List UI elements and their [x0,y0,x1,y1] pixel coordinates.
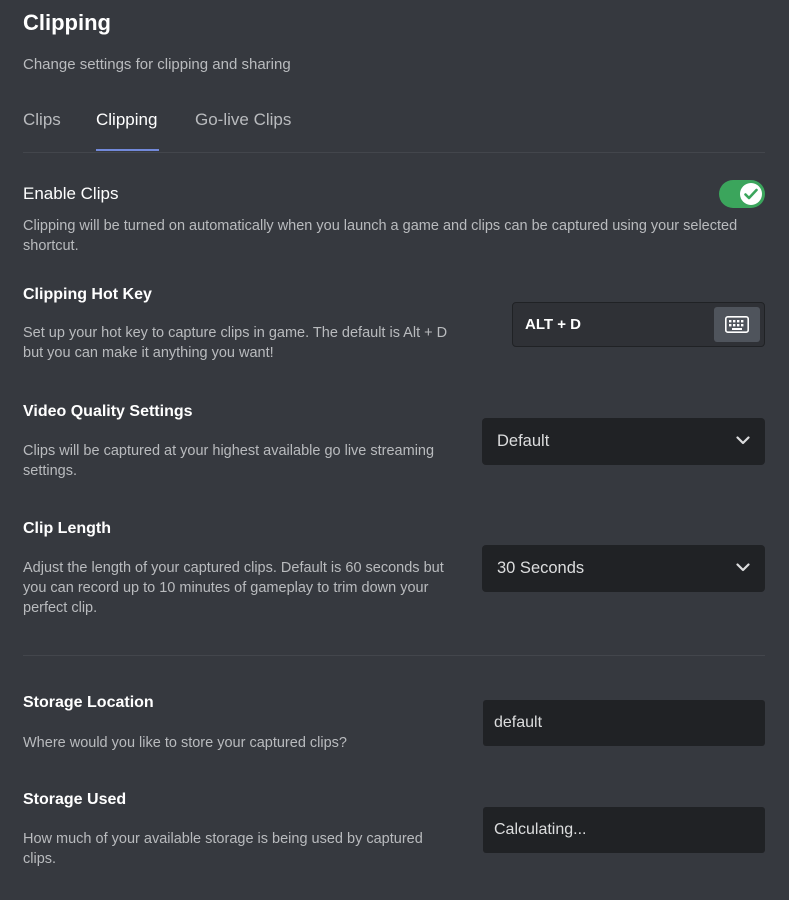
storage-location-title: Storage Location [23,694,154,711]
page-subtitle: Change settings for clipping and sharing [23,56,291,73]
tab-clipping[interactable]: Clipping [96,110,157,130]
clip-length-select[interactable]: 30 Seconds [482,545,765,592]
clip-length-title: Clip Length [23,520,111,537]
toggle-knob [740,183,762,205]
video-quality-title: Video Quality Settings [23,403,193,420]
chevron-down-icon [736,436,750,445]
hotkey-recorder[interactable]: ALT + D [512,302,765,347]
chevron-down-icon [736,563,750,572]
tab-go-live-clips[interactable]: Go-live Clips [195,110,291,130]
tabs-divider [23,152,765,153]
video-quality-select[interactable]: Default [482,418,765,465]
storage-used-field: Calculating... [483,807,765,853]
storage-location-description: Where would you like to store your captu… [23,735,347,751]
tab-clips[interactable]: Clips [23,110,61,130]
keyboard-icon [725,316,749,333]
video-quality-description: Clips will be captured at your highest a… [23,443,435,479]
checkmark-icon [744,188,758,200]
enable-clips-title: Enable Clips [23,184,119,203]
clip-length-value: 30 Seconds [497,559,585,577]
storage-location-field[interactable]: default [483,700,765,746]
active-tab-indicator [96,149,159,151]
section-divider [23,655,765,656]
storage-used-title: Storage Used [23,791,127,808]
storage-location-value: default [494,714,543,731]
record-hotkey-button[interactable] [714,307,760,342]
enable-clips-description: Clipping will be turned on automatically… [23,218,738,254]
storage-used-description: How much of your available storage is be… [23,831,423,867]
video-quality-value: Default [497,432,550,450]
hotkey-title: Clipping Hot Key [23,286,152,303]
clip-length-description: Adjust the length of your captured clips… [23,560,444,616]
enable-clips-toggle[interactable] [719,180,765,208]
storage-used-value: Calculating... [494,821,587,838]
hotkey-value: ALT + D [525,316,581,333]
page-title: Clipping [23,10,111,35]
hotkey-description: Set up your hot key to capture clips in … [23,325,448,361]
